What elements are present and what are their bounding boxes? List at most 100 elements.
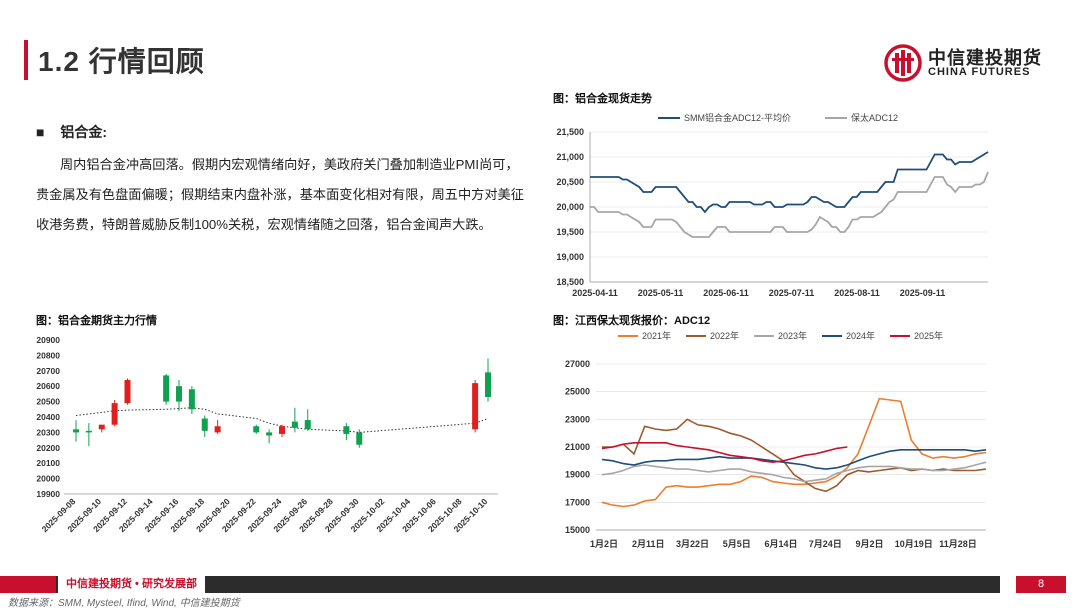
y-tick-label: 20700 bbox=[36, 366, 60, 376]
candle bbox=[98, 424, 105, 433]
candle bbox=[163, 373, 170, 405]
candle bbox=[111, 400, 118, 427]
series-line bbox=[601, 461, 987, 483]
candle bbox=[343, 423, 350, 441]
x-tick-label: 7月24日 bbox=[809, 539, 842, 549]
candle-body bbox=[472, 383, 479, 430]
legend-label: 2022年 bbox=[710, 330, 739, 341]
x-tick-label: 1月2日 bbox=[590, 539, 618, 549]
candle-body bbox=[214, 426, 221, 433]
candle bbox=[124, 378, 131, 405]
candle-body bbox=[253, 426, 260, 433]
y-tick-label: 18,500 bbox=[556, 277, 584, 287]
candle-body bbox=[485, 372, 491, 397]
candle-body bbox=[266, 432, 273, 436]
y-tick-label: 27000 bbox=[565, 359, 590, 369]
candle bbox=[485, 358, 491, 402]
candle-body bbox=[304, 420, 311, 430]
x-tick-label: 2025-06-11 bbox=[703, 288, 749, 298]
y-tick-label: 21,000 bbox=[556, 152, 584, 162]
page-number: 8 bbox=[1016, 576, 1066, 593]
y-tick-label: 20,500 bbox=[556, 177, 584, 187]
x-tick-label: 9月2日 bbox=[855, 539, 883, 549]
legend-label: 2025年 bbox=[914, 330, 943, 341]
futures-kline-chart: 20900 20800 20700 20600 20500 20400 20300 20200… bbox=[36, 335, 498, 534]
x-tick-label: 2025-07-11 bbox=[769, 288, 815, 298]
x-tick-label: 5月5日 bbox=[723, 539, 751, 549]
section-heading-label: 铝合金: bbox=[60, 124, 108, 140]
candle-body bbox=[85, 430, 92, 433]
x-tick-label: 3月22日 bbox=[676, 539, 709, 549]
footer-org: 中信建投期货 • 研究发展部 bbox=[58, 576, 205, 593]
candle bbox=[201, 415, 208, 438]
x-tick-label: 11月28日 bbox=[939, 539, 977, 549]
y-tick-label: 20800 bbox=[36, 350, 60, 360]
candle-body bbox=[343, 426, 350, 434]
candle bbox=[266, 429, 273, 444]
x-tick-label: 2025-08-11 bbox=[834, 288, 880, 298]
x-tick-label: 2025-09-11 bbox=[900, 288, 946, 298]
candle-body bbox=[291, 421, 298, 428]
y-tick-label: 20300 bbox=[36, 427, 60, 437]
y-tick-label: 23000 bbox=[565, 414, 590, 424]
candle bbox=[176, 380, 182, 411]
title-accent-bar bbox=[24, 40, 28, 80]
candle bbox=[188, 386, 195, 414]
candle-body bbox=[279, 426, 285, 434]
x-tick-label: 10月19日 bbox=[895, 539, 933, 549]
seasonal-price-chart: 2021年 2022年 2023年 2024年 2025年 27000 25000 23000… bbox=[565, 330, 987, 549]
y-tick-label: 20400 bbox=[36, 412, 60, 422]
candle bbox=[291, 407, 298, 433]
candle-body bbox=[201, 418, 208, 431]
candle-body bbox=[124, 380, 131, 404]
y-tick-label: 19,000 bbox=[556, 252, 584, 262]
candle bbox=[472, 380, 479, 433]
y-tick-label: 20200 bbox=[36, 443, 60, 453]
candle bbox=[304, 409, 311, 431]
y-tick-label: 20000 bbox=[36, 474, 60, 484]
y-tick-label: 17000 bbox=[565, 497, 590, 507]
y-tick-label: 19900 bbox=[36, 489, 60, 499]
x-tick-label: 2025-04-11 bbox=[572, 288, 618, 298]
logo-english: CHINA FUTURES bbox=[928, 66, 1031, 78]
candle-body bbox=[98, 424, 105, 430]
legend-label: 保太ADC12 bbox=[851, 112, 898, 123]
y-tick-label: 20100 bbox=[36, 458, 60, 468]
candle-body bbox=[111, 403, 118, 425]
y-tick-label: 20600 bbox=[36, 381, 60, 391]
x-tick-label: 2025-05-11 bbox=[638, 288, 684, 298]
commentary-paragraph: 周内铝合金冲高回落。假期内宏观情绪向好，美政府关门叠加制造业PMI尚可，贵金属及… bbox=[36, 157, 524, 232]
y-tick-label: 21,500 bbox=[556, 127, 584, 137]
series-line bbox=[602, 418, 987, 493]
y-tick-label: 20,000 bbox=[556, 202, 584, 212]
x-tick-label: 6月14日 bbox=[764, 539, 797, 549]
x-tick-label: 2月11日 bbox=[632, 539, 665, 549]
y-tick-label: 25000 bbox=[565, 387, 590, 397]
bullet-icon: ■ bbox=[36, 124, 45, 140]
series-line bbox=[601, 397, 987, 508]
legend-label: 2023年 bbox=[778, 330, 807, 341]
page-title: 1.2 行情回顾 bbox=[38, 46, 205, 77]
y-tick-label: 19,500 bbox=[556, 227, 584, 237]
candle-body bbox=[356, 432, 363, 445]
candle bbox=[214, 420, 221, 434]
legend-label: 2024年 bbox=[846, 330, 875, 341]
legend-label: 2021年 bbox=[642, 330, 671, 341]
y-tick-label: 19000 bbox=[565, 470, 590, 480]
series-line bbox=[601, 442, 848, 464]
y-tick-label: 20900 bbox=[36, 335, 60, 345]
candle-body bbox=[188, 389, 195, 410]
legend-label: SMM铝合金ADC12-平均价 bbox=[684, 112, 791, 123]
candle bbox=[253, 424, 260, 434]
candle bbox=[85, 423, 92, 447]
candle bbox=[73, 420, 79, 442]
section-heading: ■ 铝合金: bbox=[36, 122, 107, 142]
data-source: 数据来源：SMM, Mysteel, Ifind, Wind, 中信建投期货 bbox=[8, 598, 240, 609]
y-tick-label: 20500 bbox=[36, 397, 60, 407]
candle-body bbox=[176, 386, 182, 402]
candle-body bbox=[73, 429, 79, 433]
candle bbox=[279, 424, 285, 438]
spot-price-chart: SMM铝合金ADC12-平均价 保太ADC12 21,500 21,000 20,500… bbox=[556, 112, 989, 298]
china-futures-logo-icon bbox=[884, 44, 922, 82]
candle-body bbox=[163, 375, 170, 402]
